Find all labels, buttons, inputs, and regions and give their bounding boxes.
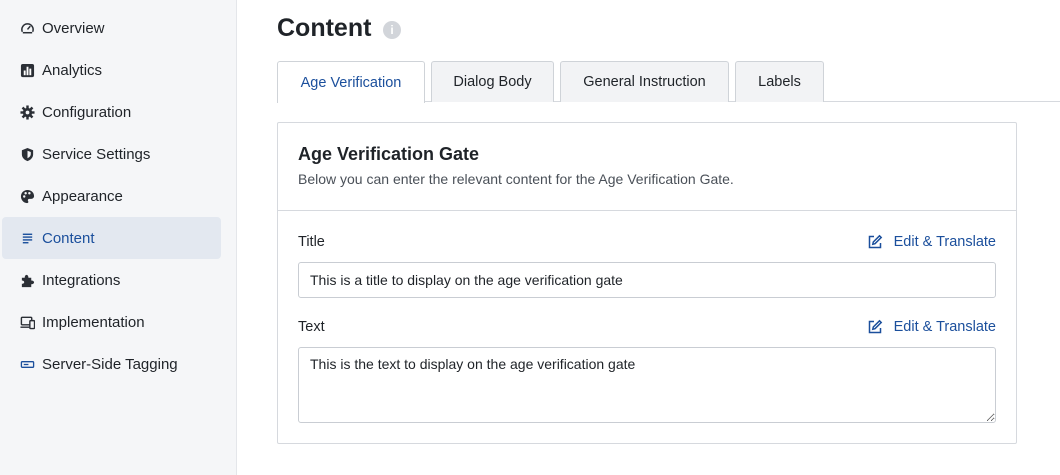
palette-icon [19,188,35,204]
edit-icon [868,234,882,249]
sidebar-item-server-side-tagging[interactable]: Server-Side Tagging [2,343,221,385]
title-input[interactable] [298,262,996,298]
card-title: Age Verification Gate [298,144,480,164]
tab-dialog-body[interactable]: Dialog Body [431,61,554,102]
shield-icon [19,146,35,162]
sidebar-item-label: Integrations [42,271,121,289]
sidebar-item-label: Overview [42,19,105,37]
sidebar-item-label: Implementation [42,313,145,331]
main-content: Content i Age Verification Dialog Body G… [237,0,1060,475]
server-icon [19,356,35,372]
sidebar: Overview Analytics Configuration Service… [0,0,237,475]
text-field-label: Text [298,319,325,335]
sidebar-item-label: Service Settings [42,145,151,163]
sidebar-item-analytics[interactable]: Analytics [2,49,221,91]
sidebar-item-label: Appearance [42,187,123,205]
title-edit-translate-link[interactable]: Edit & Translate [867,234,996,250]
sidebar-item-appearance[interactable]: Appearance [2,175,221,217]
edit-translate-label: Edit & Translate [893,319,996,335]
sidebar-item-overview[interactable]: Overview [2,7,221,49]
devices-icon [19,314,35,330]
sidebar-item-label: Content [42,229,95,247]
content-card: Age Verification Gate Below you can ente… [277,122,1017,444]
bar-chart-icon [19,62,35,78]
edit-translate-label: Edit & Translate [893,234,996,250]
gear-icon [19,104,35,120]
title-field-label: Title [298,234,325,250]
sidebar-item-configuration[interactable]: Configuration [2,91,221,133]
edit-icon [868,319,882,334]
tab-age-verification[interactable]: Age Verification [277,61,425,103]
page-title: Content [277,14,372,42]
puzzle-icon [19,272,35,288]
sidebar-item-label: Server-Side Tagging [42,355,178,373]
lines-icon [19,230,35,246]
sidebar-item-content[interactable]: Content [2,217,221,259]
text-edit-translate-link[interactable]: Edit & Translate [867,319,996,335]
gauge-icon [19,20,35,36]
sidebar-item-implementation[interactable]: Implementation [2,301,221,343]
sidebar-item-label: Configuration [42,103,132,121]
tab-labels[interactable]: Labels [735,61,824,102]
sidebar-item-service-settings[interactable]: Service Settings [2,133,221,175]
card-header: Age Verification Gate Below you can ente… [278,123,1016,211]
tab-general-instruction[interactable]: General Instruction [560,61,729,102]
sidebar-item-integrations[interactable]: Integrations [2,259,221,301]
text-textarea[interactable]: This is the text to display on the age v… [298,347,996,423]
info-icon[interactable]: i [383,21,401,39]
card-subtitle: Below you can enter the relevant content… [298,171,734,187]
sidebar-item-label: Analytics [42,61,103,79]
